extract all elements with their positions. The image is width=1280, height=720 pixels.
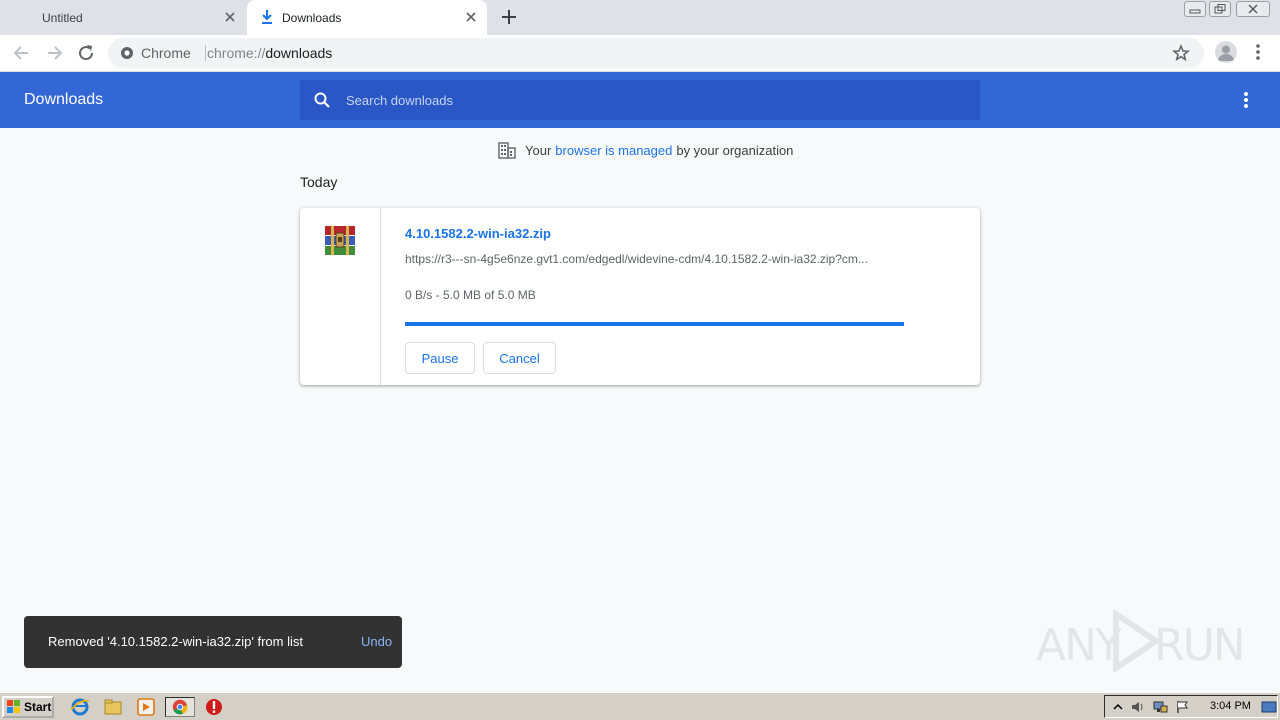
back-icon[interactable] <box>11 42 33 64</box>
windows-logo-icon <box>7 700 20 713</box>
reload-icon[interactable] <box>75 42 97 64</box>
omnibox-separator <box>205 45 206 61</box>
tab-downloads[interactable]: Downloads <box>247 0 487 35</box>
chrome-taskbar-button[interactable] <box>165 697 195 717</box>
tab-untitled[interactable]: Untitled <box>0 0 246 35</box>
url-text[interactable]: chrome://downloads <box>207 45 332 61</box>
source-url[interactable]: https://r3---sn-4g5e6nze.gvt1.com/edgedl… <box>405 252 905 266</box>
managed-notice: Your browser is managed by your organiza… <box>498 141 793 159</box>
start-label: Start <box>24 700 52 714</box>
search-icon <box>314 92 330 108</box>
removed-toast: Removed '4.10.1582.2-win-ia32.zip' from … <box>24 616 402 668</box>
system-tray: 3:04 PM <box>1104 695 1278 718</box>
browser-toolbar: Chrome chrome://downloads <box>0 35 1280 72</box>
close-icon[interactable] <box>222 9 238 25</box>
progress-bar <box>405 322 904 326</box>
tab-label: Downloads <box>282 10 342 25</box>
download-icon <box>262 10 272 24</box>
file-icon-column <box>300 208 381 385</box>
download-status: 0 B/s - 5.0 MB of 5.0 MB <box>405 288 536 302</box>
file-explorer-icon[interactable] <box>102 697 124 717</box>
start-button[interactable]: Start <box>2 696 54 718</box>
anyrun-watermark-logo: ANY RUN <box>1036 606 1246 676</box>
chrome-icon <box>172 699 188 715</box>
site-label: Chrome <box>141 45 191 61</box>
watermark-text-run: RUN <box>1154 620 1246 671</box>
bookmark-star-icon[interactable] <box>1172 44 1190 62</box>
undo-button[interactable]: Undo <box>361 634 392 649</box>
search-input[interactable] <box>346 90 946 110</box>
building-icon <box>498 142 516 159</box>
minimize-button[interactable] <box>1184 1 1206 17</box>
action-center-flag-icon[interactable] <box>1175 700 1191 714</box>
security-alert-icon[interactable] <box>203 697 225 717</box>
profile-avatar-icon[interactable] <box>1215 41 1237 63</box>
volume-icon[interactable] <box>1130 700 1146 714</box>
browser-menu-icon[interactable] <box>1250 42 1266 62</box>
page-title: Downloads <box>24 91 104 108</box>
tab-label: Untitled <box>42 10 83 25</box>
date-section-label: Today <box>300 174 338 190</box>
managed-suffix: by your organization <box>676 142 794 158</box>
pause-button[interactable]: Pause <box>405 342 475 374</box>
show-hidden-icons-icon[interactable] <box>1110 700 1126 714</box>
toast-message: Removed '4.10.1582.2-win-ia32.zip' from … <box>48 634 303 649</box>
network-icon[interactable] <box>1152 700 1168 714</box>
managed-link[interactable]: browser is managed <box>555 143 672 158</box>
url-host: downloads <box>265 45 333 61</box>
file-name-link[interactable]: 4.10.1582.2-win-ia32.zip <box>405 226 551 241</box>
url-scheme: chrome:// <box>207 45 266 61</box>
internet-explorer-icon[interactable] <box>69 697 91 717</box>
cancel-button[interactable]: Cancel <box>483 342 556 374</box>
restore-button[interactable] <box>1209 1 1231 17</box>
media-player-icon[interactable] <box>135 697 157 717</box>
download-item-card: 4.10.1582.2-win-ia32.zip https://r3---sn… <box>300 208 980 385</box>
chrome-page-icon <box>121 47 133 59</box>
more-actions-icon[interactable] <box>1236 89 1256 111</box>
forward-icon[interactable] <box>43 42 65 64</box>
tab-strip: Untitled Downloads <box>0 0 1280 35</box>
winrar-archive-icon <box>325 226 355 255</box>
downloads-header: Downloads <box>0 72 1280 128</box>
windows-taskbar: Start 3:04 PM <box>0 692 1280 720</box>
close-window-button[interactable] <box>1236 1 1270 17</box>
progress-fill <box>405 322 904 326</box>
new-tab-icon[interactable] <box>498 6 520 28</box>
managed-prefix: Your <box>525 142 552 158</box>
clock: 3:04 PM <box>1210 700 1251 712</box>
omnibox[interactable]: Chrome chrome://downloads <box>108 38 1204 68</box>
search-box[interactable] <box>300 80 980 120</box>
show-desktop-icon[interactable] <box>1261 700 1277 714</box>
close-icon[interactable] <box>463 9 479 25</box>
